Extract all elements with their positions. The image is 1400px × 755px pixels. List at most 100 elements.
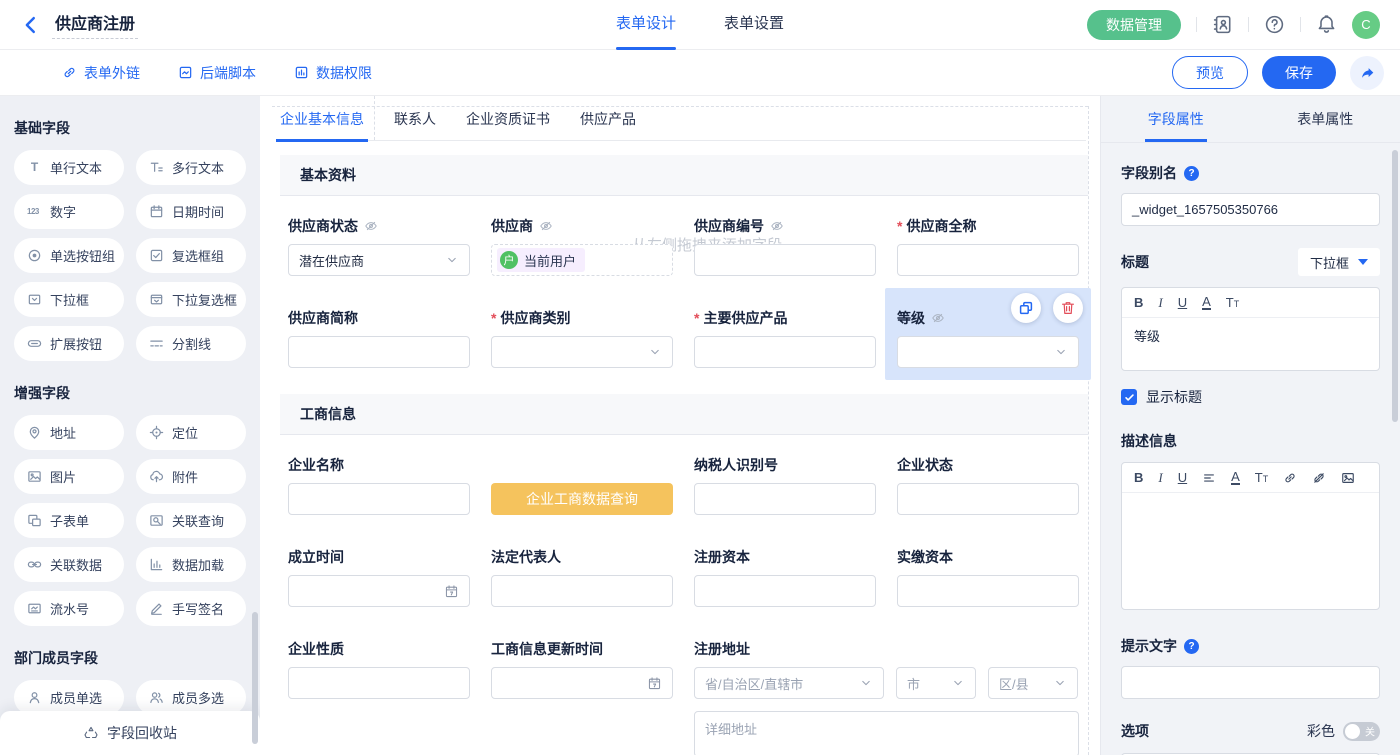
delete-widget-button[interactable]: [1053, 293, 1083, 323]
field-type-item[interactable]: T单行文本: [14, 150, 124, 185]
format-link-icon[interactable]: [1283, 471, 1297, 485]
format-size-button[interactable]: TT: [1226, 296, 1239, 309]
toolbar-link[interactable]: 数据权限: [294, 63, 372, 83]
widget-cell[interactable]: 供应商户当前用户: [491, 196, 673, 288]
bell-icon[interactable]: [1316, 14, 1337, 35]
field-type-item[interactable]: 扩展按钮: [14, 326, 124, 361]
avatar[interactable]: C: [1352, 11, 1380, 39]
save-button[interactable]: 保存: [1262, 56, 1336, 89]
widget-cell[interactable]: 注册地址省/自治区/直辖市市区/县详细地址: [694, 619, 1079, 755]
widget-cell[interactable]: 工商信息更新时间: [491, 619, 673, 755]
text-input-control[interactable]: [694, 483, 876, 515]
field-type-item[interactable]: 关联查询: [136, 503, 246, 538]
widget-cell[interactable]: 企业名称: [288, 435, 470, 527]
toolbar-link[interactable]: 表单外链: [62, 63, 140, 83]
address-select[interactable]: 省/自治区/直辖市: [694, 667, 884, 699]
canvas-tab[interactable]: 供应产品: [580, 109, 636, 140]
toolbar-link[interactable]: 后端脚本: [178, 63, 256, 83]
text-input-control[interactable]: [694, 244, 876, 276]
widget-cell[interactable]: 企业工商数据查询: [491, 435, 673, 527]
widget-cell[interactable]: 成立时间: [288, 527, 470, 619]
format-color-button[interactable]: A: [1202, 295, 1211, 311]
text-input-control[interactable]: [288, 336, 470, 368]
field-type-item[interactable]: 123数字: [14, 194, 124, 229]
format-bold-button[interactable]: B: [1134, 296, 1143, 309]
widget-cell[interactable]: *供应商类别: [491, 288, 673, 380]
address-select[interactable]: 市: [896, 667, 976, 699]
hint-input[interactable]: [1121, 666, 1380, 699]
panel-scrollbar[interactable]: [1392, 150, 1398, 422]
canvas-tab[interactable]: 联系人: [394, 109, 436, 140]
header-tab[interactable]: 表单设置: [724, 0, 784, 50]
alias-help-icon[interactable]: ?: [1184, 166, 1199, 181]
text-input-control[interactable]: [897, 575, 1079, 607]
field-recycle-bin[interactable]: 字段回收站: [0, 711, 260, 755]
widget-cell[interactable]: 供应商简称: [288, 288, 470, 380]
field-type-item[interactable]: 成员单选: [14, 680, 124, 715]
title-editor-body[interactable]: 等级: [1122, 318, 1379, 370]
panel-tab[interactable]: 字段属性: [1101, 96, 1251, 142]
widget-cell[interactable]: 企业状态: [897, 435, 1079, 527]
widget-cell[interactable]: *供应商全称: [897, 196, 1079, 288]
widget-cell[interactable]: 纳税人识别号: [694, 435, 876, 527]
show-title-checkbox[interactable]: [1121, 389, 1137, 405]
field-type-item[interactable]: 日期时间: [136, 194, 246, 229]
widget-cell[interactable]: 实缴资本: [897, 527, 1079, 619]
field-type-item[interactable]: 附件: [136, 459, 246, 494]
field-type-item[interactable]: 复选框组: [136, 238, 246, 273]
text-input-control[interactable]: [694, 336, 876, 368]
format-color-button[interactable]: A: [1231, 470, 1240, 486]
copy-widget-button[interactable]: [1011, 293, 1041, 323]
sidebar-scrollbar[interactable]: [252, 612, 258, 744]
format-unlink-icon[interactable]: [1312, 471, 1326, 485]
format-underline-button[interactable]: U: [1178, 296, 1187, 309]
widget-cell[interactable]: 企业性质: [288, 619, 470, 755]
share-button[interactable]: [1350, 56, 1384, 90]
field-type-item[interactable]: 定位: [136, 415, 246, 450]
text-input-control[interactable]: [288, 667, 470, 699]
hint-help-icon[interactable]: ?: [1184, 639, 1199, 654]
widget-type-selector[interactable]: 下拉框: [1298, 248, 1380, 276]
text-input-control[interactable]: [897, 483, 1079, 515]
canvas-tab[interactable]: 企业基本信息: [280, 109, 364, 140]
date-control[interactable]: [491, 667, 673, 699]
field-type-item[interactable]: 下拉复选框: [136, 282, 246, 317]
text-input-control[interactable]: [694, 575, 876, 607]
field-type-item[interactable]: 分割线: [136, 326, 246, 361]
select-control[interactable]: [491, 336, 673, 368]
field-type-item[interactable]: 单选按钮组: [14, 238, 124, 273]
contacts-book-icon[interactable]: [1212, 14, 1233, 35]
back-icon[interactable]: [20, 14, 42, 36]
widget-cell[interactable]: *主要供应产品: [694, 288, 876, 380]
format-italic-button[interactable]: I: [1158, 296, 1162, 309]
address-select[interactable]: 区/县: [988, 667, 1078, 699]
panel-tab[interactable]: 表单属性: [1251, 96, 1400, 142]
widget-cell[interactable]: 法定代表人: [491, 527, 673, 619]
field-type-item[interactable]: 手写签名: [136, 591, 246, 626]
color-toggle[interactable]: 关: [1343, 722, 1380, 741]
field-type-item[interactable]: 流水号: [14, 591, 124, 626]
alias-input[interactable]: _widget_1657505350766: [1121, 193, 1380, 226]
widget-cell[interactable]: 注册资本: [694, 527, 876, 619]
field-type-item[interactable]: 下拉框: [14, 282, 124, 317]
header-tab[interactable]: 表单设计: [616, 0, 676, 50]
format-size-button[interactable]: TT: [1255, 471, 1268, 484]
address-detail-textarea[interactable]: 详细地址: [694, 711, 1079, 755]
field-type-item[interactable]: 子表单: [14, 503, 124, 538]
field-type-item[interactable]: 地址: [14, 415, 124, 450]
form-title[interactable]: 供应商注册: [52, 10, 138, 39]
text-input-control[interactable]: [491, 575, 673, 607]
widget-cell[interactable]: 供应商编号: [694, 196, 876, 288]
format-underline-button[interactable]: U: [1178, 471, 1187, 484]
field-type-item[interactable]: 成员多选: [136, 680, 246, 715]
preview-button[interactable]: 预览: [1172, 56, 1248, 89]
format-italic-button[interactable]: I: [1158, 471, 1162, 484]
widget-cell[interactable]: 等级: [885, 288, 1091, 380]
select-control[interactable]: 潜在供应商: [288, 244, 470, 276]
format-bold-button[interactable]: B: [1134, 471, 1143, 484]
select-control[interactable]: [897, 336, 1079, 368]
canvas-tab[interactable]: 企业资质证书: [466, 109, 550, 140]
field-type-item[interactable]: 数据加载: [136, 547, 246, 582]
form-section-header[interactable]: 工商信息: [280, 394, 1088, 435]
format-image-icon[interactable]: [1341, 471, 1355, 485]
